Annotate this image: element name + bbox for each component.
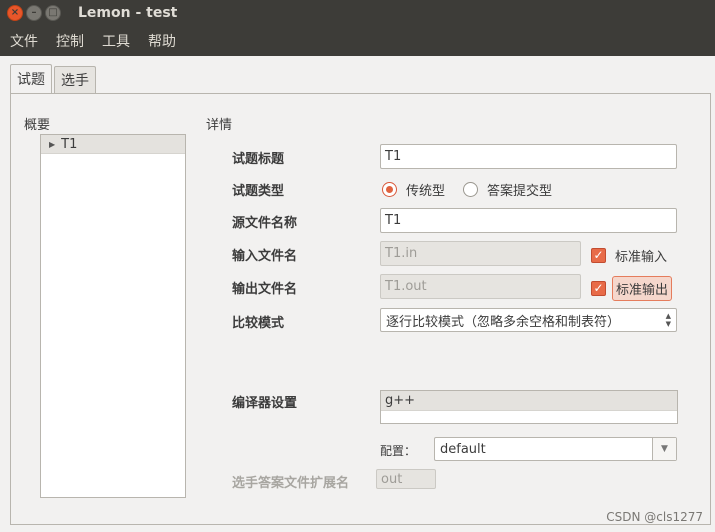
answer-ext-input[interactable]: out (376, 469, 436, 489)
title-bar: × – □ Lemon - test (0, 0, 715, 26)
expand-arrow-icon[interactable]: ▶ (49, 140, 55, 149)
stdin-label[interactable]: 标准输入 (612, 244, 670, 267)
stdout-checkbox[interactable]: ✓ (591, 281, 606, 296)
up-down-arrows-icon: ▲ ▼ (665, 312, 671, 328)
window-title: Lemon - test (78, 5, 178, 21)
chevron-down-icon[interactable]: ▼ (652, 438, 676, 460)
tree-item-t1[interactable]: ▶ T1 (41, 135, 185, 154)
config-select[interactable]: default ▼ (434, 437, 677, 461)
problem-type-radio-group: 传统型 答案提交型 (382, 180, 570, 199)
answer-ext-label: 选手答案文件扩展名 (232, 476, 350, 491)
compare-mode-value: 逐行比较模式（忽略多余空格和制表符） (386, 314, 621, 330)
input-file-label: 输入文件名 (232, 249, 298, 264)
close-window-button[interactable]: × (7, 5, 23, 21)
output-file-label: 输出文件名 (232, 282, 298, 297)
window-controls: × – □ (7, 5, 61, 21)
stdin-checkbox-wrap: ✓ 标准输入 (591, 244, 670, 267)
source-file-input[interactable]: T1 (380, 208, 677, 233)
output-file-input[interactable]: T1.out (380, 274, 581, 299)
source-file-label: 源文件名称 (232, 216, 298, 231)
problem-title-input[interactable]: T1 (380, 144, 677, 169)
compiler-item-gpp[interactable]: g++ (381, 391, 677, 411)
watermark: CSDN @cls1277 (606, 510, 703, 524)
tab-contestants[interactable]: 选手 (54, 66, 96, 93)
menu-help[interactable]: 帮助 (148, 31, 176, 51)
stdout-label[interactable]: 标准输出 (612, 276, 673, 301)
answer-submit-radio[interactable] (463, 182, 479, 197)
traditional-radio[interactable] (382, 182, 397, 197)
tab-problems[interactable]: 试题 (10, 64, 52, 93)
menu-bar: 文件 控制 工具 帮助 (0, 26, 715, 56)
compiler-settings-label: 编译器设置 (232, 396, 298, 411)
stdin-checkbox[interactable]: ✓ (591, 248, 606, 263)
problem-type-label: 试题类型 (232, 184, 285, 199)
config-label: 配置： (380, 444, 417, 458)
overview-label: 概要 (24, 118, 51, 133)
compare-mode-label: 比较模式 (232, 316, 285, 331)
problem-tree: ▶ T1 (40, 134, 186, 498)
compare-mode-select[interactable]: 逐行比较模式（忽略多余空格和制表符） ▲ ▼ (380, 308, 677, 332)
minimize-window-button[interactable]: – (26, 5, 42, 21)
menu-control[interactable]: 控制 (56, 31, 84, 51)
answer-submit-radio-label[interactable]: 答案提交型 (487, 180, 552, 199)
details-label: 详情 (206, 118, 233, 133)
menu-tools[interactable]: 工具 (102, 31, 130, 51)
stdout-checkbox-wrap: ✓ 标准输出 (591, 276, 673, 301)
tree-item-label: T1 (61, 136, 78, 152)
compiler-list: g++ (380, 390, 678, 424)
problem-title-label: 试题标题 (232, 152, 285, 167)
config-value: default (440, 441, 486, 457)
menu-file[interactable]: 文件 (10, 31, 38, 51)
maximize-window-button[interactable]: □ (45, 5, 61, 21)
input-file-input[interactable]: T1.in (380, 241, 581, 266)
traditional-radio-label[interactable]: 传统型 (406, 180, 445, 199)
tab-bar: 试题 选手 (10, 64, 98, 94)
